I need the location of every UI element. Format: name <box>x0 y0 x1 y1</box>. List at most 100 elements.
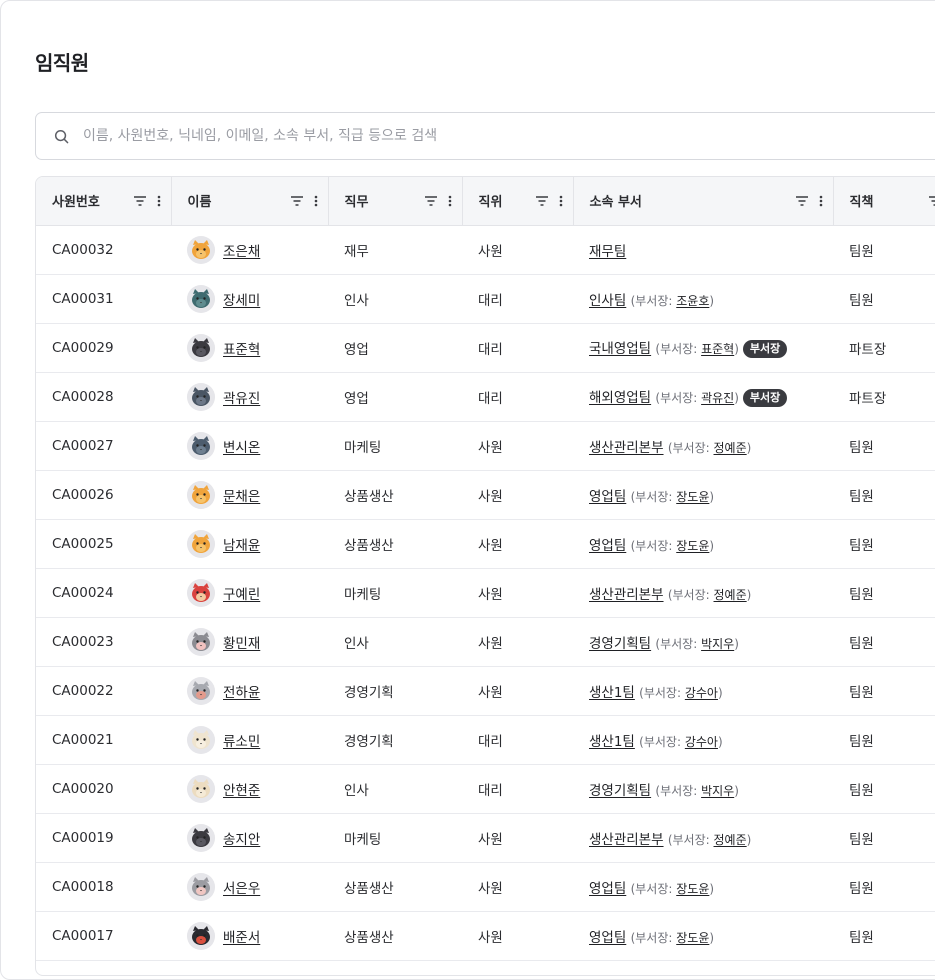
department-head-link[interactable]: 장도윤 <box>676 931 709 945</box>
employee-id-cell: CA00029 <box>36 323 171 372</box>
department-head-link[interactable]: 표준혁 <box>701 342 734 356</box>
employee-name-link[interactable]: 서은우 <box>223 877 260 897</box>
job-cell: 상품생산 <box>328 862 462 911</box>
employee-name-link[interactable]: 남재윤 <box>223 534 260 554</box>
department-link[interactable]: 재무팀 <box>589 244 626 260</box>
name-cell: 남재윤 <box>171 519 328 568</box>
filter-icon[interactable] <box>928 195 935 207</box>
table-row[interactable]: CA00026문채은상품생산사원영업팀 (부서장: 장도윤)팀원 <box>36 470 935 519</box>
department-link[interactable]: 국내영업팀 <box>589 341 651 357</box>
position-cell: 대리 <box>462 323 573 372</box>
more-vertical-icon[interactable] <box>448 195 452 207</box>
column-header-position[interactable]: 직위 <box>462 177 573 225</box>
filter-icon[interactable] <box>424 195 438 207</box>
employee-name-link[interactable]: 류소민 <box>223 730 260 750</box>
department-head-prefix: 부서장: <box>644 686 681 700</box>
role-cell: 팀원 <box>833 715 935 764</box>
table-row[interactable]: CA00027변시온마케팅사원생산관리본부 (부서장: 정예준)팀원 <box>36 421 935 470</box>
employee-name-link[interactable]: 송지안 <box>223 828 260 848</box>
department-link[interactable]: 경영기획팀 <box>589 636 651 652</box>
column-header-role[interactable]: 직책 <box>833 177 935 225</box>
department-link[interactable]: 영업팀 <box>589 930 626 946</box>
column-header-name[interactable]: 이름 <box>171 177 328 225</box>
employee-name-link[interactable]: 장세미 <box>223 289 260 309</box>
department-link[interactable]: 영업팀 <box>589 538 626 554</box>
department-head-link[interactable]: 정예준 <box>714 441 747 455</box>
employee-id-cell: CA00020 <box>36 764 171 813</box>
name-cell: 곽유진 <box>171 372 328 421</box>
table-row[interactable]: CA00025남재윤상품생산사원영업팀 (부서장: 장도윤)팀원 <box>36 519 935 568</box>
employee-name-link[interactable]: 전하윤 <box>223 681 260 701</box>
search-box[interactable] <box>35 112 935 160</box>
search-input[interactable] <box>83 128 883 144</box>
role-cell: 팀원 <box>833 274 935 323</box>
employee-name-link[interactable]: 문채은 <box>223 485 260 505</box>
table-row[interactable]: CA00022전하윤경영기획사원생산1팀 (부서장: 강수아)팀원 <box>36 666 935 715</box>
table-row[interactable]: CA00020안현준인사대리경영기획팀 (부서장: 박지우)팀원 <box>36 764 935 813</box>
department-head-link[interactable]: 박지우 <box>701 637 734 651</box>
column-header-label: 직무 <box>345 191 369 210</box>
table-row[interactable]: CA00029표준혁영업대리국내영업팀 (부서장: 표준혁)부서장파트장 <box>36 323 935 372</box>
department-link[interactable]: 인사팀 <box>589 293 626 309</box>
department-link[interactable]: 영업팀 <box>589 881 626 897</box>
department-head-link[interactable]: 조윤호 <box>676 294 709 308</box>
table-row[interactable]: CA00023황민재인사사원경영기획팀 (부서장: 박지우)팀원 <box>36 617 935 666</box>
department-link[interactable]: 생산관리본부 <box>589 832 664 848</box>
table-header: 사원번호이름 직무 직위소속 부서직책 <box>36 177 935 225</box>
filter-icon[interactable] <box>795 195 809 207</box>
filter-icon[interactable] <box>133 195 147 207</box>
table-row[interactable]: CA00021류소민경영기획대리생산1팀 (부서장: 강수아)팀원 <box>36 715 935 764</box>
employee-name-link[interactable]: 황민재 <box>223 632 260 652</box>
more-vertical-icon[interactable] <box>559 195 563 207</box>
column-header-department[interactable]: 소속 부서 <box>573 177 833 225</box>
more-vertical-icon[interactable] <box>314 195 318 207</box>
employee-name-link[interactable]: 표준혁 <box>223 338 260 358</box>
department-head-link[interactable]: 강수아 <box>685 686 718 700</box>
department-head-link[interactable]: 강수아 <box>685 735 718 749</box>
department-link[interactable]: 영업팀 <box>589 489 626 505</box>
department-link[interactable]: 생산1팀 <box>589 685 635 701</box>
department-head-link[interactable]: 정예준 <box>714 588 747 602</box>
department-head-link[interactable]: 정예준 <box>714 833 747 847</box>
avatar <box>187 775 215 803</box>
department-head-info: (부서장: 정예준) <box>668 588 752 602</box>
employee-name-link[interactable]: 곽유진 <box>223 387 260 407</box>
employee-name-link[interactable]: 배준서 <box>223 926 260 946</box>
position-cell: 대리 <box>462 764 573 813</box>
employee-name-link[interactable]: 변시온 <box>223 436 260 456</box>
table-row[interactable]: CA00024구예린마케팅사원생산관리본부 (부서장: 정예준)팀원 <box>36 568 935 617</box>
avatar <box>187 579 215 607</box>
table-row[interactable]: CA00019송지안마케팅사원생산관리본부 (부서장: 정예준)팀원 <box>36 813 935 862</box>
column-header-employee-id[interactable]: 사원번호 <box>36 177 171 225</box>
department-head-link[interactable]: 장도윤 <box>676 882 709 896</box>
department-link[interactable]: 경영기획팀 <box>589 783 651 799</box>
department-cell: 인사팀 (부서장: 조윤호) <box>573 274 833 323</box>
employee-name-link[interactable]: 조은채 <box>223 240 260 260</box>
table-row[interactable]: CA00031장세미인사대리인사팀 (부서장: 조윤호)팀원 <box>36 274 935 323</box>
position-cell: 사원 <box>462 568 573 617</box>
filter-icon[interactable] <box>535 195 549 207</box>
department-link[interactable]: 생산1팀 <box>589 734 635 750</box>
more-vertical-icon[interactable] <box>819 195 823 207</box>
more-vertical-icon[interactable] <box>157 195 161 207</box>
department-link[interactable]: 생산관리본부 <box>589 587 664 603</box>
employee-name-link[interactable]: 구예린 <box>223 583 260 603</box>
employee-name-link[interactable]: 안현준 <box>223 779 260 799</box>
column-header-job[interactable]: 직무 <box>328 177 462 225</box>
avatar <box>187 726 215 754</box>
table-row[interactable]: CA00028곽유진영업대리해외영업팀 (부서장: 곽유진)부서장파트장 <box>36 372 935 421</box>
role-cell: 팀원 <box>833 225 935 274</box>
filter-icon[interactable] <box>290 195 304 207</box>
department-cell: 생산1팀 (부서장: 강수아) <box>573 666 833 715</box>
department-head-link[interactable]: 박지우 <box>701 784 734 798</box>
role-cell: 팀원 <box>833 470 935 519</box>
name-cell: 류소민 <box>171 715 328 764</box>
department-link[interactable]: 생산관리본부 <box>589 440 664 456</box>
department-head-link[interactable]: 장도윤 <box>676 490 709 504</box>
department-cell: 재무팀 <box>573 225 833 274</box>
department-head-link[interactable]: 곽유진 <box>701 391 734 405</box>
table-row[interactable]: CA00018서은우상품생산사원영업팀 (부서장: 장도윤)팀원 <box>36 862 935 911</box>
department-head-link[interactable]: 장도윤 <box>676 539 709 553</box>
department-link[interactable]: 해외영업팀 <box>589 390 651 406</box>
table-row[interactable]: CA00032조은채재무사원재무팀팀원 <box>36 225 935 274</box>
